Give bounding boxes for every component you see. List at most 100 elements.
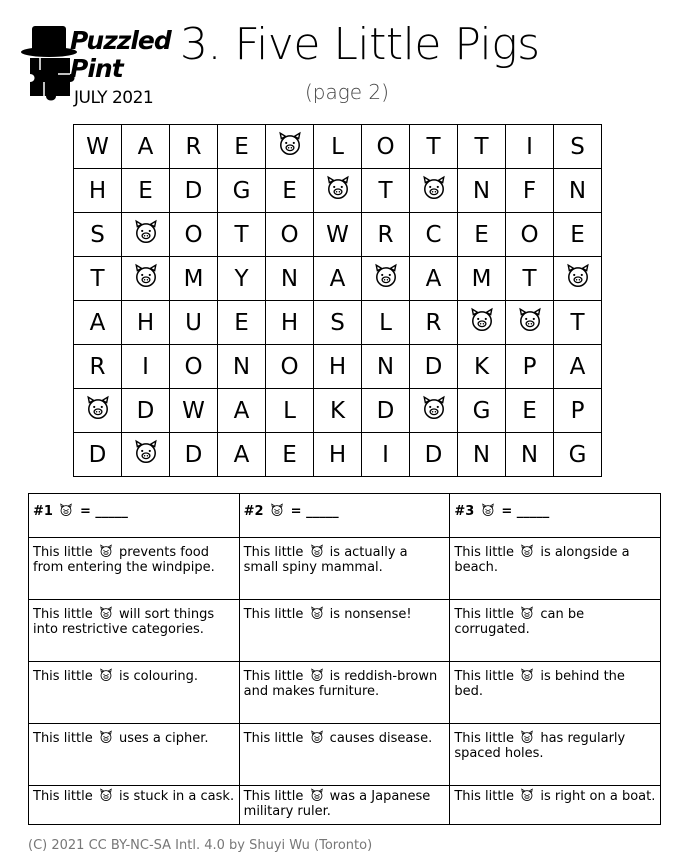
grid-cell: A	[217, 388, 266, 433]
grid-cell: N	[457, 168, 506, 213]
pig-face-icon	[310, 730, 324, 744]
answer-blank: = _____	[501, 504, 550, 519]
clue-row: This little uses a cipher. This little ca…	[28, 723, 661, 786]
logo-word-pint: Pint	[70, 54, 124, 83]
clue-cell: This little is right on a boat.	[449, 785, 661, 825]
puzzled-pint-logo: Puzzled Pint JULY 2021	[20, 22, 172, 114]
pig-face-icon	[133, 263, 159, 295]
pig-face-icon	[310, 668, 324, 682]
grid-cell: T	[73, 256, 122, 301]
grid-cell: D	[169, 168, 218, 213]
grid-cell: D	[361, 388, 410, 433]
grid-cell: R	[361, 212, 410, 257]
pig-answer-header: #1 = _____	[28, 493, 240, 538]
clue-header-row: #1 = _____ #2 = _____ #3 = _____	[28, 493, 661, 538]
clue-prefix: This little	[243, 789, 304, 804]
grid-cell: N	[457, 432, 506, 477]
clue-prefix: This little	[33, 669, 93, 684]
grid-cell	[553, 256, 602, 301]
answer-blank: = _____	[290, 504, 339, 519]
pig-face-icon	[85, 395, 111, 427]
clue-text: is stuck in a cask.	[119, 789, 235, 804]
grid-cell: A	[217, 432, 266, 477]
clue-prefix: This little	[33, 545, 93, 560]
grid-cell: G	[217, 168, 266, 213]
grid-cell: S	[73, 212, 122, 257]
clue-cell: This little is nonsense!	[238, 599, 451, 662]
grid-cell: D	[73, 432, 122, 477]
grid-cell: L	[313, 124, 362, 169]
clue-row: This little is stuck in a cask. This litt…	[28, 785, 661, 825]
logo-date: JULY 2021	[74, 88, 154, 108]
grid-cell: K	[313, 388, 362, 433]
grid-cell: U	[169, 300, 218, 345]
grid-cell: G	[457, 388, 506, 433]
grid-cell: D	[409, 344, 458, 389]
pig-face-icon	[133, 219, 159, 251]
grid-cell: G	[553, 432, 602, 477]
grid-cell: I	[505, 124, 554, 169]
grid-cell: E	[265, 432, 314, 477]
clue-cell: This little prevents food from entering …	[28, 537, 240, 600]
grid-cell: T	[409, 124, 458, 169]
grid-cell	[409, 388, 458, 433]
grid-row: RIONOHNDKPA	[73, 344, 602, 389]
pig-answer-header: #2 = _____	[238, 493, 451, 538]
grid-cell: S	[553, 124, 602, 169]
clue-cell: This little is behind the bed.	[449, 661, 661, 724]
grid-cell: K	[457, 344, 506, 389]
pig-face-icon	[99, 788, 113, 802]
grid-cell: T	[457, 124, 506, 169]
clue-prefix: This little	[454, 607, 515, 622]
grid-cell: O	[169, 344, 218, 389]
grid-cell: R	[73, 344, 122, 389]
grid-cell: H	[265, 300, 314, 345]
clue-prefix: This little	[243, 669, 304, 684]
grid-cell: L	[265, 388, 314, 433]
grid-cell	[457, 300, 506, 345]
answer-blank: = _____	[80, 504, 128, 519]
grid-cell: H	[313, 344, 362, 389]
clue-text: uses a cipher.	[119, 731, 209, 746]
grid-cell: O	[361, 124, 410, 169]
pig-answer-header: #3 = _____	[449, 493, 661, 538]
clue-row: This little is colouring. This little is …	[28, 661, 661, 724]
clue-cell: This little is colouring.	[28, 661, 240, 724]
grid-cell	[121, 212, 170, 257]
pig-face-icon	[99, 730, 113, 744]
grid-cell: R	[409, 300, 458, 345]
pig-face-icon	[99, 544, 113, 558]
clue-cell: This little is alongside a beach.	[449, 537, 661, 600]
grid-row: D DAEHIDNNG	[73, 432, 602, 477]
grid-cell: I	[361, 432, 410, 477]
clue-prefix: This little	[243, 545, 304, 560]
clue-cell: This little is actually a small spiny ma…	[238, 537, 451, 600]
grid-cell: W	[73, 124, 122, 169]
grid-cell: N	[265, 256, 314, 301]
grid-cell: D	[409, 432, 458, 477]
pig-face-icon	[373, 263, 399, 295]
grid-cell	[265, 124, 314, 169]
grid-cell	[121, 256, 170, 301]
pig-face-icon	[277, 131, 303, 163]
grid-cell: M	[457, 256, 506, 301]
grid-cell: E	[505, 388, 554, 433]
grid-cell: E	[457, 212, 506, 257]
grid-cell: E	[553, 212, 602, 257]
pig-number: #2	[243, 504, 264, 519]
pig-face-icon	[520, 606, 534, 620]
clue-prefix: This little	[243, 731, 304, 746]
logo-word-puzzled: Puzzled	[70, 26, 172, 55]
grid-cell: W	[313, 212, 362, 257]
grid-cell: C	[409, 212, 458, 257]
grid-cell	[361, 256, 410, 301]
grid-row: AHUEHSLR T	[73, 300, 602, 345]
grid-cell: T	[217, 212, 266, 257]
clue-cell: This little causes disease.	[238, 723, 451, 786]
clue-cell: This little will sort things into restri…	[28, 599, 240, 662]
grid-cell: W	[169, 388, 218, 433]
pig-face-icon	[481, 503, 495, 517]
grid-cell: A	[313, 256, 362, 301]
clue-prefix: This little	[33, 731, 93, 746]
grid-cell: L	[361, 300, 410, 345]
